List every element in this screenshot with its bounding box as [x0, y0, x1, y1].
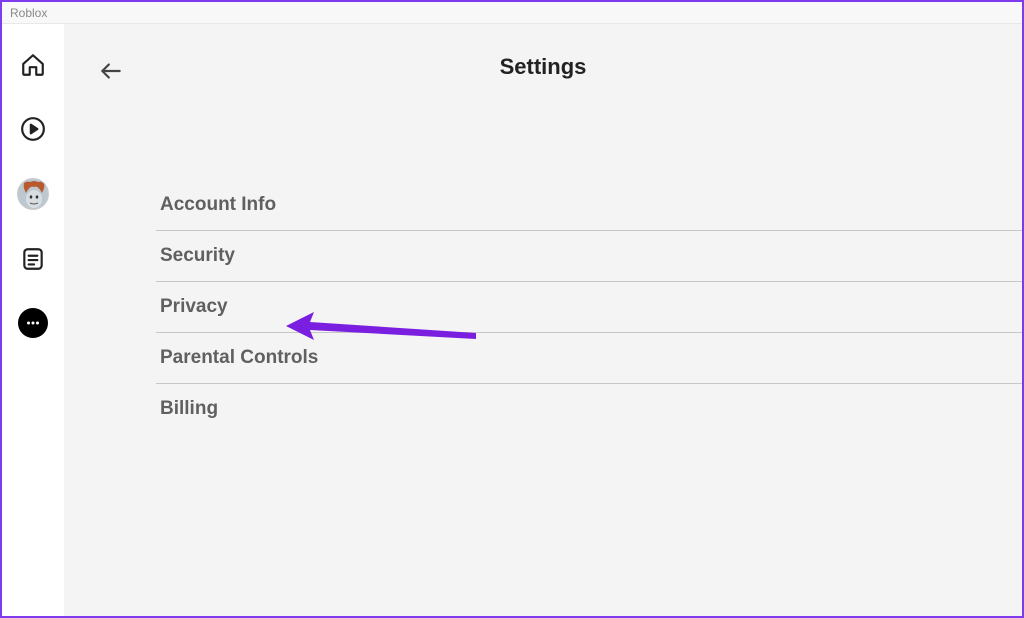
settings-item-privacy[interactable]: Privacy: [156, 282, 1022, 333]
app-window: Roblox: [0, 0, 1024, 618]
back-button[interactable]: [96, 56, 126, 86]
settings-item-billing[interactable]: Billing: [156, 384, 1022, 434]
body-area: Settings Account Info Security Privacy P…: [2, 24, 1022, 616]
home-icon[interactable]: [18, 50, 48, 80]
page-title: Settings: [64, 54, 1022, 80]
notes-icon[interactable]: [18, 244, 48, 274]
window-title: Roblox: [10, 6, 47, 20]
settings-item-parental-controls[interactable]: Parental Controls: [156, 333, 1022, 384]
play-icon[interactable]: [18, 114, 48, 144]
titlebar: Roblox: [2, 2, 1022, 24]
main-content: Settings Account Info Security Privacy P…: [64, 24, 1022, 616]
sidebar: [2, 24, 64, 616]
settings-list: Account Info Security Privacy Parental C…: [156, 180, 1022, 434]
avatar[interactable]: [17, 178, 49, 210]
more-icon[interactable]: [18, 308, 48, 338]
settings-item-account-info[interactable]: Account Info: [156, 180, 1022, 231]
settings-item-security[interactable]: Security: [156, 231, 1022, 282]
